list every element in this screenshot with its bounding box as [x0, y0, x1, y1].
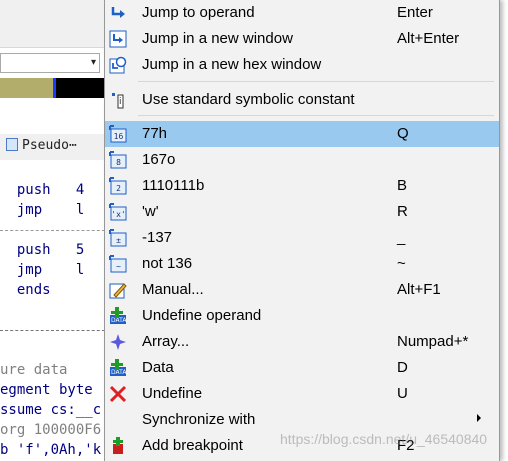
svg-text:~: ~	[116, 262, 121, 271]
nav-segment	[56, 78, 110, 98]
menu-item-label: Use standard symbolic constant	[142, 91, 355, 108]
array-icon	[108, 332, 128, 352]
separator	[0, 330, 110, 331]
menu-item-not-136[interactable]: ~ not 136 ~	[105, 251, 499, 277]
menu-item-label: 'w'	[142, 203, 159, 220]
menu-item-manual[interactable]: Manual... Alt+F1	[105, 277, 499, 303]
menu-item-shortcut: Alt+Enter	[397, 30, 460, 47]
menu-item-data[interactable]: DATA Data D	[105, 355, 499, 381]
svg-text:16: 16	[114, 132, 124, 141]
svg-text:2: 2	[116, 184, 121, 193]
menu-item-shortcut: Alt+F1	[397, 281, 441, 298]
menu-item-label: Data	[142, 359, 174, 376]
char-icon: 'x'	[108, 202, 128, 222]
menu-item-label: Manual...	[142, 281, 204, 298]
menu-item-jump-in-a-new-window[interactable]: Jump in a new window Alt+Enter	[105, 26, 499, 52]
octal-base-icon: 8	[108, 150, 128, 170]
watermark: https://blog.csdn.net/u_46540840	[280, 431, 488, 447]
menu-item-label: Jump in a new window	[142, 30, 293, 47]
code-line: ssume cs:__c	[0, 402, 102, 418]
menu-item-label: -137	[142, 229, 173, 246]
menu-item-shortcut: Q	[397, 125, 409, 142]
menu-item-label: 167o	[142, 151, 176, 168]
tab-pseudocode[interactable]: Pseudo⋯	[6, 138, 77, 153]
menu-item-shortcut: R	[397, 203, 408, 220]
separator	[0, 230, 110, 231]
code-line: org 100000F6	[0, 422, 102, 438]
menu-item-shortcut: U	[397, 385, 408, 402]
pseudocode-icon	[6, 138, 18, 151]
menu-item-jump-in-a-new-hex-window[interactable]: Jump in a new hex window	[105, 52, 499, 78]
address-combo[interactable]: ▾	[0, 53, 100, 73]
menu-item-label: Undefine	[142, 385, 203, 402]
code-line: jmp l	[0, 262, 85, 278]
menu-item-label: Jump in a new hex window	[142, 56, 322, 73]
disassembly-view[interactable]: push 4 jmp l push 5 jmp l ends ure data eg…	[0, 160, 110, 461]
menu-item-undefine[interactable]: Undefine U	[105, 381, 499, 407]
bitwise-not-icon: ~	[108, 254, 128, 274]
svg-text:±: ±	[116, 236, 121, 245]
menu-item-label: 77h	[142, 125, 168, 142]
code-line: egment byte	[0, 382, 93, 398]
red-x-icon	[108, 384, 128, 404]
hex-base-icon: 16	[108, 124, 128, 144]
menu-item-137[interactable]: ± -137 _	[105, 225, 499, 251]
jump-arrow-icon	[108, 3, 128, 23]
menu-item-1110111b[interactable]: 2 1110111b B	[105, 173, 499, 199]
menu-item-shortcut: Enter	[397, 4, 433, 21]
menu-item-label: Array...	[142, 333, 190, 350]
code-line: jmp l	[0, 202, 85, 218]
undefine-operand-icon: DATA	[108, 306, 128, 326]
symbolic-constant-icon: i	[108, 90, 128, 110]
svg-text:8: 8	[116, 158, 121, 167]
breakpoint-icon	[108, 436, 128, 456]
menu-item-label: Jump to operand	[142, 4, 255, 21]
menu-item-shortcut: _	[397, 229, 406, 246]
menu-separator	[138, 115, 494, 116]
menu-item-label: not 136	[142, 255, 193, 272]
menu-item-label: Undefine operand	[142, 307, 262, 324]
code-line: push 5	[0, 242, 85, 258]
jump-new-window-icon	[108, 29, 128, 49]
pencil-icon	[108, 280, 128, 300]
view-tabs: Pseudo⋯	[0, 134, 110, 161]
navigation-band[interactable]	[0, 78, 110, 98]
svg-text:DATA: DATA	[111, 369, 127, 376]
menu-item-synchronize-with[interactable]: Synchronize with	[105, 407, 499, 433]
menu-item-label: 1110111b	[142, 177, 205, 194]
menu-item-shortcut: D	[397, 359, 408, 376]
svg-text:'x': 'x'	[111, 210, 125, 219]
svg-text:DATA: DATA	[111, 317, 127, 324]
tab-label: Pseudo⋯	[22, 138, 77, 153]
code-line: push 4	[0, 182, 85, 198]
menu-separator	[138, 81, 494, 82]
submenu-arrow-icon	[477, 414, 481, 422]
data-icon: DATA	[108, 358, 128, 378]
menu-item-w[interactable]: 'x' 'w' R	[105, 199, 499, 225]
menu-item-undefine-operand[interactable]: DATA Undefine operand	[105, 303, 499, 329]
binary-base-icon: 2	[108, 176, 128, 196]
toolbar	[0, 0, 110, 48]
menu-item-label: Synchronize with	[142, 411, 256, 428]
code-line: b 'f',0Ah,'k	[0, 442, 102, 458]
menu-item-label: Add breakpoint	[142, 437, 243, 454]
svg-text:i: i	[119, 97, 122, 107]
negate-icon: ±	[108, 228, 128, 248]
hex-window-icon	[108, 55, 128, 75]
menu-item-use-standard-symbolic-constant[interactable]: i Use standard symbolic constant	[105, 87, 499, 113]
context-menu: Jump to operand Enter Jump in a new window…	[104, 0, 500, 461]
menu-item-jump-to-operand[interactable]: Jump to operand Enter	[105, 0, 499, 26]
menu-item-77h[interactable]: 16 77h Q	[105, 121, 499, 147]
code-line: ends	[0, 282, 51, 298]
menu-item-shortcut: ~	[397, 255, 406, 272]
menu-item-shortcut: Numpad+*	[397, 333, 469, 350]
code-line: ure data	[0, 362, 68, 378]
menu-item-array[interactable]: Array... Numpad+*	[105, 329, 499, 355]
menu-item-167o[interactable]: 8 167o	[105, 147, 499, 173]
menu-item-shortcut: B	[397, 177, 408, 194]
chevron-down-icon[interactable]: ▾	[91, 57, 96, 68]
